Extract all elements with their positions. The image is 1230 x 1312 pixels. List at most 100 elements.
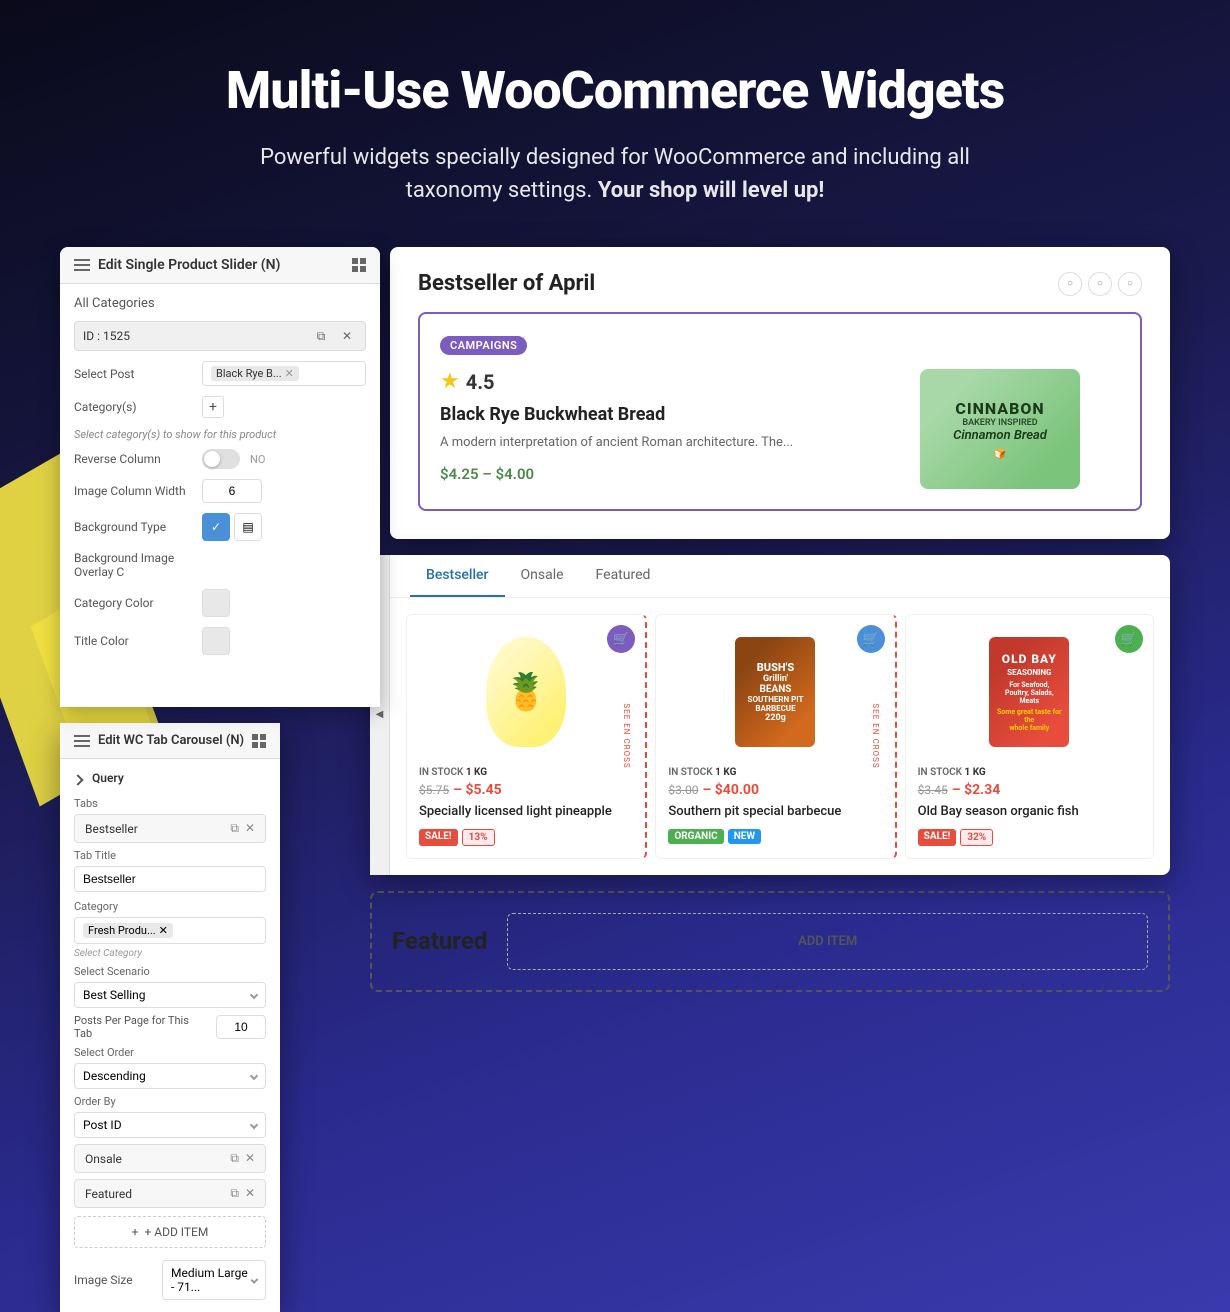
sale-badge-3: SALE! xyxy=(918,829,957,846)
pct-badge-3: 32% xyxy=(960,829,993,846)
new-badge: NEW xyxy=(728,829,761,844)
right-column: Bestseller of April ○ ○ ○ CAMPAIGNS xyxy=(370,247,1170,1312)
star-icon: ★ xyxy=(440,369,460,394)
add-category-btn[interactable]: + xyxy=(202,396,224,418)
featured-actions: ⧉ ✕ xyxy=(230,1186,255,1201)
onsale-actions: ⧉ ✕ xyxy=(230,1151,255,1166)
tab-carousel-preview: ◀ Bestseller Onsale Featured 🛒 xyxy=(370,555,1170,875)
old-price-2: $3.00 xyxy=(668,783,698,797)
bg-overlay-label: Background Image Overlay C xyxy=(74,551,194,579)
category-label: Category(s) xyxy=(74,400,194,414)
tabs-section: Tabs Bestseller ⧉ ✕ Tab Title xyxy=(74,797,266,1248)
close-btn[interactable]: ✕ xyxy=(337,326,357,346)
order-select[interactable]: Descending xyxy=(74,1063,266,1089)
query-collapse-icon xyxy=(72,774,83,785)
bg-type-color-btn[interactable]: ✓ xyxy=(202,513,230,541)
cart-btn-3[interactable]: 🛒 xyxy=(1115,625,1143,653)
add-item-text: ADD ITEM xyxy=(798,934,857,949)
image-column-input[interactable] xyxy=(202,479,262,503)
add-item-area[interactable]: ADD ITEM xyxy=(507,913,1148,970)
order-by-select[interactable]: Post ID xyxy=(74,1112,266,1138)
featured-copy-icon[interactable]: ⧉ xyxy=(230,1186,239,1201)
cart-btn-2[interactable]: 🛒 xyxy=(857,625,885,653)
tab-item-bestseller[interactable]: Bestseller ⧉ ✕ xyxy=(74,814,266,843)
featured-close-icon[interactable]: ✕ xyxy=(245,1186,255,1201)
tab-title-input[interactable] xyxy=(74,866,266,892)
organic-badge: ORGANIC xyxy=(668,829,723,844)
page-title: Multi-Use WooCommerce Widgets xyxy=(40,60,1190,121)
campaign-badge: CAMPAIGNS xyxy=(440,336,527,355)
tcp-category-help: Select Category xyxy=(74,948,266,959)
featured-label: Featured xyxy=(392,927,487,955)
product-image: CINNABON BAKERY INSPIRED Cinnamon Bread … xyxy=(920,369,1080,489)
tcp-category-label: Category xyxy=(74,900,266,913)
tcp-product-preview: Bestseller Onsale Featured 🛒 🍍 xyxy=(390,555,1170,875)
grid-icon xyxy=(352,258,366,272)
panel-header-left: Edit Single Product Slider (N) xyxy=(74,257,280,273)
reverse-column-toggle[interactable] xyxy=(202,449,240,469)
title-color-label: Title Color xyxy=(74,634,194,648)
side-label-1: SEE EN CROSS xyxy=(622,704,631,769)
tab-featured[interactable]: Featured xyxy=(580,555,667,597)
image-size-select[interactable]: Medium Large - 71... xyxy=(162,1260,266,1300)
title-swatch[interactable] xyxy=(202,627,230,655)
add-item-btn[interactable]: + + ADD ITEM xyxy=(74,1216,266,1248)
bg-type-label: Background Type xyxy=(74,520,194,534)
reverse-column-row: Reverse Column NO xyxy=(74,449,366,469)
hamburger-icon xyxy=(74,259,90,271)
price-row-3: $3.45 – $2.34 xyxy=(918,782,1141,804)
tcp-editor-header: Edit WC Tab Carousel (N) xyxy=(60,723,280,759)
bottom-preview: Featured ADD ITEM xyxy=(370,891,1170,992)
scenario-label: Select Scenario xyxy=(74,965,266,978)
card-name-1: Specially licensed light pineapple xyxy=(419,804,633,821)
onsale-close-icon[interactable]: ✕ xyxy=(245,1151,255,1166)
product-slider-preview: Bestseller of April ○ ○ ○ CAMPAIGNS xyxy=(390,247,1170,539)
select-post-box[interactable]: Black Rye B... ✕ xyxy=(202,361,366,386)
reverse-column-label: Reverse Column xyxy=(74,452,194,466)
stock-badge-3: IN STOCK 1 KG xyxy=(918,767,1141,778)
edit-product-slider-panel: Edit Single Product Slider (N) All Categ… xyxy=(60,247,380,707)
image-size-row: Image Size Medium Large - 71... xyxy=(74,1260,266,1300)
product-card-2: 🛒 BUSH'S Grillin' BEANS SOUTHERN PITBARB… xyxy=(655,614,896,859)
tag-close[interactable]: ✕ xyxy=(285,367,294,380)
onsale-copy-icon[interactable]: ⧉ xyxy=(230,1151,239,1166)
bg-type-buttons: ✓ ▤ xyxy=(202,513,262,541)
ps-next2-btn[interactable]: ○ xyxy=(1118,272,1142,296)
category-row: Category(s) + xyxy=(74,396,366,418)
tab-bestseller[interactable]: Bestseller xyxy=(410,555,505,597)
badges-1: SALE! 13% xyxy=(419,829,633,846)
bg-type-row: Background Type ✓ ▤ xyxy=(74,513,366,541)
order-chevron xyxy=(250,1072,258,1080)
bestseller-close-icon[interactable]: ✕ xyxy=(245,821,255,836)
bestseller-copy-icon[interactable]: ⧉ xyxy=(230,821,239,836)
products-grid: 🛒 🍍 IN STOCK 1 KG $5.75 – $5.45 xyxy=(390,598,1170,875)
image-size-label: Image Size xyxy=(74,1273,154,1287)
order-by-chevron xyxy=(250,1121,258,1129)
left-column: Edit Single Product Slider (N) All Categ… xyxy=(60,247,380,1312)
order-label: Select Order xyxy=(74,1046,266,1059)
color-swatch-1[interactable] xyxy=(202,589,230,617)
copy-btn[interactable]: ⧉ xyxy=(311,326,331,346)
tab-item-featured[interactable]: Featured ⧉ ✕ xyxy=(74,1179,266,1208)
tcp-cat-close[interactable]: ✕ xyxy=(159,924,168,937)
oldbay-image: OLD BAY SEASONING For Seafood,Poultry, S… xyxy=(989,637,1069,747)
scenario-select[interactable]: Best Selling xyxy=(74,982,266,1008)
posts-per-page-input[interactable] xyxy=(216,1015,266,1039)
tab-onsale[interactable]: Onsale xyxy=(505,555,580,597)
tab-item-onsale[interactable]: Onsale ⧉ ✕ xyxy=(74,1144,266,1173)
badges-2: ORGANIC NEW xyxy=(668,829,882,844)
ps-header: Bestseller of April ○ ○ ○ xyxy=(418,271,1142,296)
side-label-2: SEE EN CROSS xyxy=(872,704,881,769)
ps-prev-btn[interactable]: ○ xyxy=(1058,272,1082,296)
stock-badge-1: IN STOCK 1 KG xyxy=(419,767,633,778)
bg-type-image-btn[interactable]: ▤ xyxy=(234,513,262,541)
rating-number: 4.5 xyxy=(466,370,495,394)
toggle-row: NO xyxy=(202,449,265,469)
tcp-grid-icon xyxy=(252,734,266,748)
card-price-3: – $2.34 xyxy=(952,782,1001,798)
tcp-category-select[interactable]: Fresh Produ... ✕ xyxy=(74,917,266,944)
ps-next-btn[interactable]: ○ xyxy=(1088,272,1112,296)
id-box: ID : 1525 ⧉ ✕ xyxy=(74,321,366,351)
main-layout: Edit Single Product Slider (N) All Categ… xyxy=(0,247,1230,1312)
price-row-1: $5.75 – $5.45 xyxy=(419,782,633,804)
